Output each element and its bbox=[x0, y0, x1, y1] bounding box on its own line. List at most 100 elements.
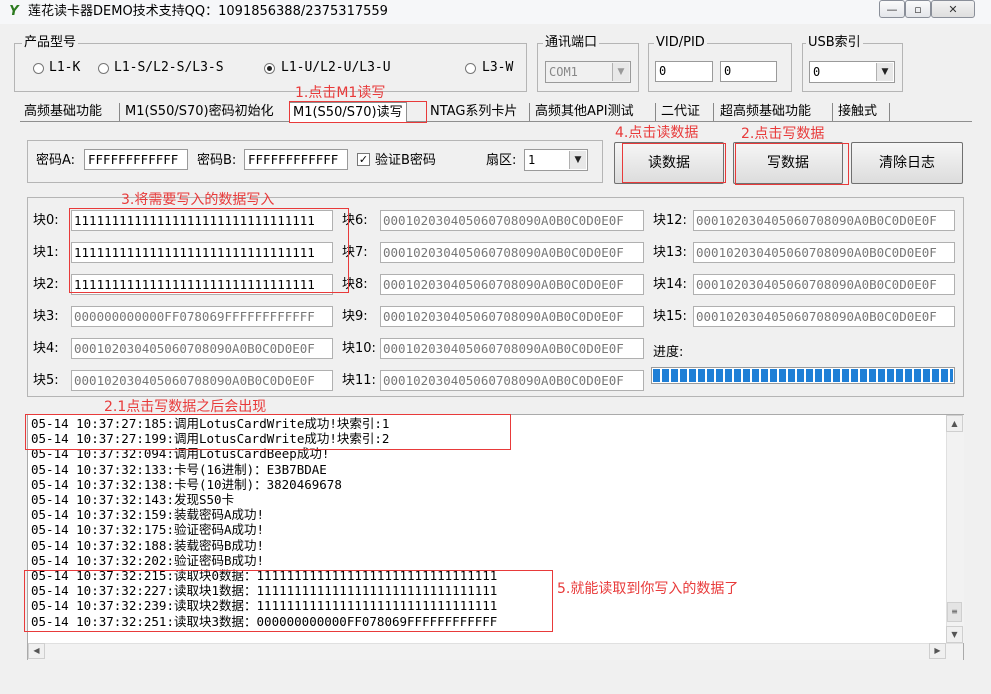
block-input-15[interactable]: 000102030405060708090A0B0C0D0E0F bbox=[693, 306, 955, 327]
port-label: 通讯端口 bbox=[543, 35, 600, 51]
log-line: 05-14 10:37:32:188:装载密码B成功! bbox=[31, 537, 265, 553]
tab-contact[interactable]: 接触式 bbox=[838, 102, 877, 122]
chevron-down-icon: ▼ bbox=[876, 63, 893, 81]
block-input-14[interactable]: 000102030405060708090A0B0C0D0E0F bbox=[693, 274, 955, 295]
product-option-label: L1-S/L2-S/L3-S bbox=[114, 60, 224, 75]
scroll-up-icon[interactable]: ▲ bbox=[946, 415, 963, 432]
tab-uhf-basic[interactable]: 超高频基础功能 bbox=[720, 102, 811, 122]
port-select: COM1 ▼ bbox=[545, 61, 631, 83]
port-value: COM1 bbox=[549, 65, 578, 79]
app-icon: Y bbox=[9, 4, 19, 19]
block-label-13: 块13: bbox=[653, 245, 687, 260]
annotation-step3: 3.将需要写入的数据写入 bbox=[121, 192, 275, 208]
vid-input[interactable]: 0 bbox=[655, 61, 713, 82]
vidpid-label: VID/PID bbox=[654, 35, 707, 51]
log-line: 05-14 10:37:32:175:验证密码A成功! bbox=[31, 522, 265, 538]
usb-index-value: 0 bbox=[813, 65, 821, 79]
annotation-box-tab bbox=[289, 101, 427, 123]
block-label-4: 块4: bbox=[33, 341, 59, 356]
block-input-11[interactable]: 000102030405060708090A0B0C0D0E0F bbox=[380, 370, 644, 391]
block-label-11: 块11: bbox=[342, 373, 376, 388]
close-button[interactable]: ✕ bbox=[931, 0, 975, 18]
sector-select[interactable]: 1 ▼ bbox=[524, 149, 588, 171]
annotation-step1: 1.点击M1读写 bbox=[295, 85, 386, 101]
tab-id-card[interactable]: 二代证 bbox=[661, 102, 700, 122]
product-option-label: L1-K bbox=[49, 60, 81, 75]
verify-b-checkbox[interactable]: ✓ bbox=[357, 153, 370, 166]
clear-log-button[interactable]: 清除日志 bbox=[851, 142, 963, 184]
key-a-label: 密码A: bbox=[36, 153, 76, 168]
sector-value: 1 bbox=[528, 153, 536, 167]
key-b-input[interactable]: FFFFFFFFFFFF bbox=[244, 149, 348, 170]
annotation-step4: 4.点击读数据 bbox=[615, 125, 699, 141]
tab-hf-other-api[interactable]: 高频其他API测试 bbox=[535, 102, 634, 122]
scroll-right-icon[interactable]: ▶ bbox=[929, 643, 946, 659]
verify-b-label: 验证B密码 bbox=[375, 153, 436, 168]
product-radio-0[interactable] bbox=[33, 63, 44, 74]
sector-label: 扇区: bbox=[486, 153, 517, 168]
annotation-step2-1: 2.1点击写数据之后会出现 bbox=[104, 399, 267, 415]
log-line: 05-14 10:37:32:143:发现S50卡 bbox=[31, 492, 235, 507]
scroll-thumb[interactable]: ≡ bbox=[947, 602, 962, 622]
chevron-down-icon: ▼ bbox=[569, 151, 586, 169]
block-input-3[interactable]: 000000000000FF078069FFFFFFFFFFFF bbox=[71, 306, 333, 327]
tab-m1-init[interactable]: M1(S50/S70)密码初始化 bbox=[125, 102, 274, 122]
block-label-14: 块14: bbox=[653, 277, 687, 292]
tab-divider bbox=[889, 103, 890, 121]
block-input-10[interactable]: 000102030405060708090A0B0C0D0E0F bbox=[380, 338, 644, 359]
product-radio-2[interactable] bbox=[264, 63, 275, 74]
block-input-4[interactable]: 000102030405060708090A0B0C0D0E0F bbox=[71, 338, 333, 359]
minimize-button[interactable]: — bbox=[879, 0, 905, 18]
product-option-label: L3-W bbox=[482, 60, 514, 75]
log-line: 05-14 10:37:32:138:卡号(10进制)：3820469678 bbox=[31, 476, 342, 492]
block-label-12: 块12: bbox=[653, 213, 687, 228]
block-input-12[interactable]: 000102030405060708090A0B0C0D0E0F bbox=[693, 210, 955, 231]
block-input-9[interactable]: 000102030405060708090A0B0C0D0E0F bbox=[380, 306, 644, 327]
block-label-9: 块9: bbox=[342, 309, 368, 324]
progress-bar bbox=[651, 367, 955, 384]
annotation-step5: 5.就能读取到你写入的数据了 bbox=[557, 581, 739, 597]
scroll-down-icon[interactable]: ▼ bbox=[946, 626, 963, 643]
tab-divider bbox=[119, 103, 120, 121]
log-line: 05-14 10:37:32:159:装载密码A成功! bbox=[31, 507, 265, 523]
log-hscrollbar[interactable] bbox=[28, 643, 963, 660]
block-input-13[interactable]: 000102030405060708090A0B0C0D0E0F bbox=[693, 242, 955, 263]
block-label-1: 块1: bbox=[33, 245, 59, 260]
product-option-label: L1-U/L2-U/L3-U bbox=[281, 60, 391, 75]
tab-ntag[interactable]: NTAG系列卡片 bbox=[430, 102, 517, 122]
tab-divider bbox=[655, 103, 656, 121]
annotation-box-write bbox=[735, 143, 849, 185]
log-line: 05-14 10:37:32:133:卡号(16进制)：E3B7BDAE bbox=[31, 461, 327, 477]
annotation-box-read bbox=[622, 143, 726, 183]
product-radio-1[interactable] bbox=[98, 63, 109, 74]
block-input-7[interactable]: 000102030405060708090A0B0C0D0E0F bbox=[380, 242, 644, 263]
block-input-8[interactable]: 000102030405060708090A0B0C0D0E0F bbox=[380, 274, 644, 295]
block-input-6[interactable]: 000102030405060708090A0B0C0D0E0F bbox=[380, 210, 644, 231]
log-line: 05-14 10:37:32:202:验证密码B成功! bbox=[31, 552, 265, 568]
tab-divider bbox=[713, 103, 714, 121]
tab-divider bbox=[529, 103, 530, 121]
pid-input[interactable]: 0 bbox=[720, 61, 777, 82]
usb-index-select[interactable]: 0 ▼ bbox=[809, 61, 895, 83]
tab-divider bbox=[832, 103, 833, 121]
block-label-3: 块3: bbox=[33, 309, 59, 324]
product-model-label: 产品型号 bbox=[22, 35, 79, 51]
block-label-10: 块10: bbox=[342, 341, 376, 356]
block-label-15: 块15: bbox=[653, 309, 687, 324]
key-a-input[interactable]: FFFFFFFFFFFF bbox=[84, 149, 188, 170]
progress-fill bbox=[653, 369, 953, 382]
usb-index-label: USB索引 bbox=[806, 35, 863, 51]
annotation-box-read-log bbox=[24, 570, 553, 632]
progress-label: 进度: bbox=[653, 345, 684, 360]
block-label-5: 块5: bbox=[33, 373, 59, 388]
key-b-label: 密码B: bbox=[197, 153, 237, 168]
window-title: 莲花读卡器DEMO技术支持QQ：1091856388/2375317559 bbox=[28, 4, 388, 19]
annotation-step2: 2.点击写数据 bbox=[741, 126, 825, 142]
block-input-5[interactable]: 000102030405060708090A0B0C0D0E0F bbox=[71, 370, 333, 391]
tab-hf-basic[interactable]: 高频基础功能 bbox=[24, 102, 102, 122]
block-label-2: 块2: bbox=[33, 277, 59, 292]
maximize-button[interactable]: ▫ bbox=[905, 0, 931, 18]
product-radio-3[interactable] bbox=[465, 63, 476, 74]
scroll-left-icon[interactable]: ◀ bbox=[28, 643, 45, 659]
annotation-box-blocks bbox=[69, 208, 349, 293]
